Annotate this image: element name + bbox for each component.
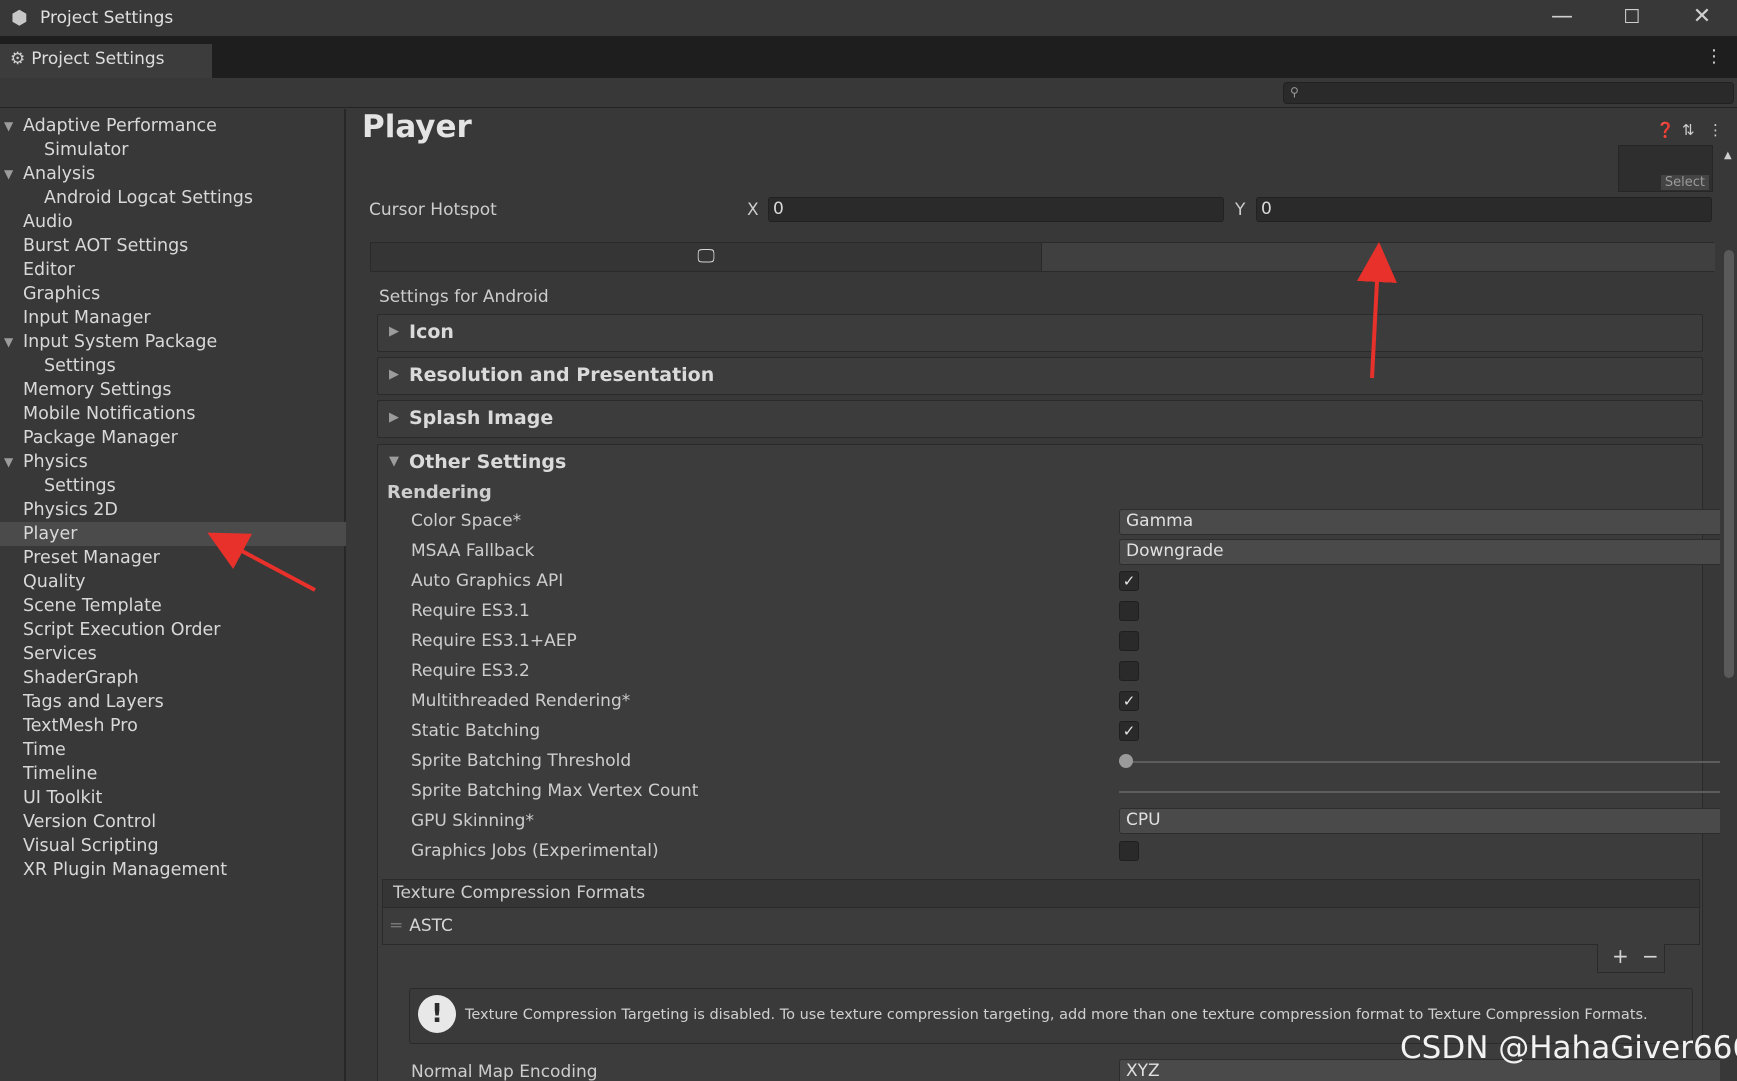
watermark: CSDN @HahaGiver666 (1400, 1030, 1737, 1066)
annotation-arrow-android (1356, 242, 1397, 379)
annotation-arrow-player (207, 532, 316, 592)
annotation-layer (207, 242, 1397, 592)
